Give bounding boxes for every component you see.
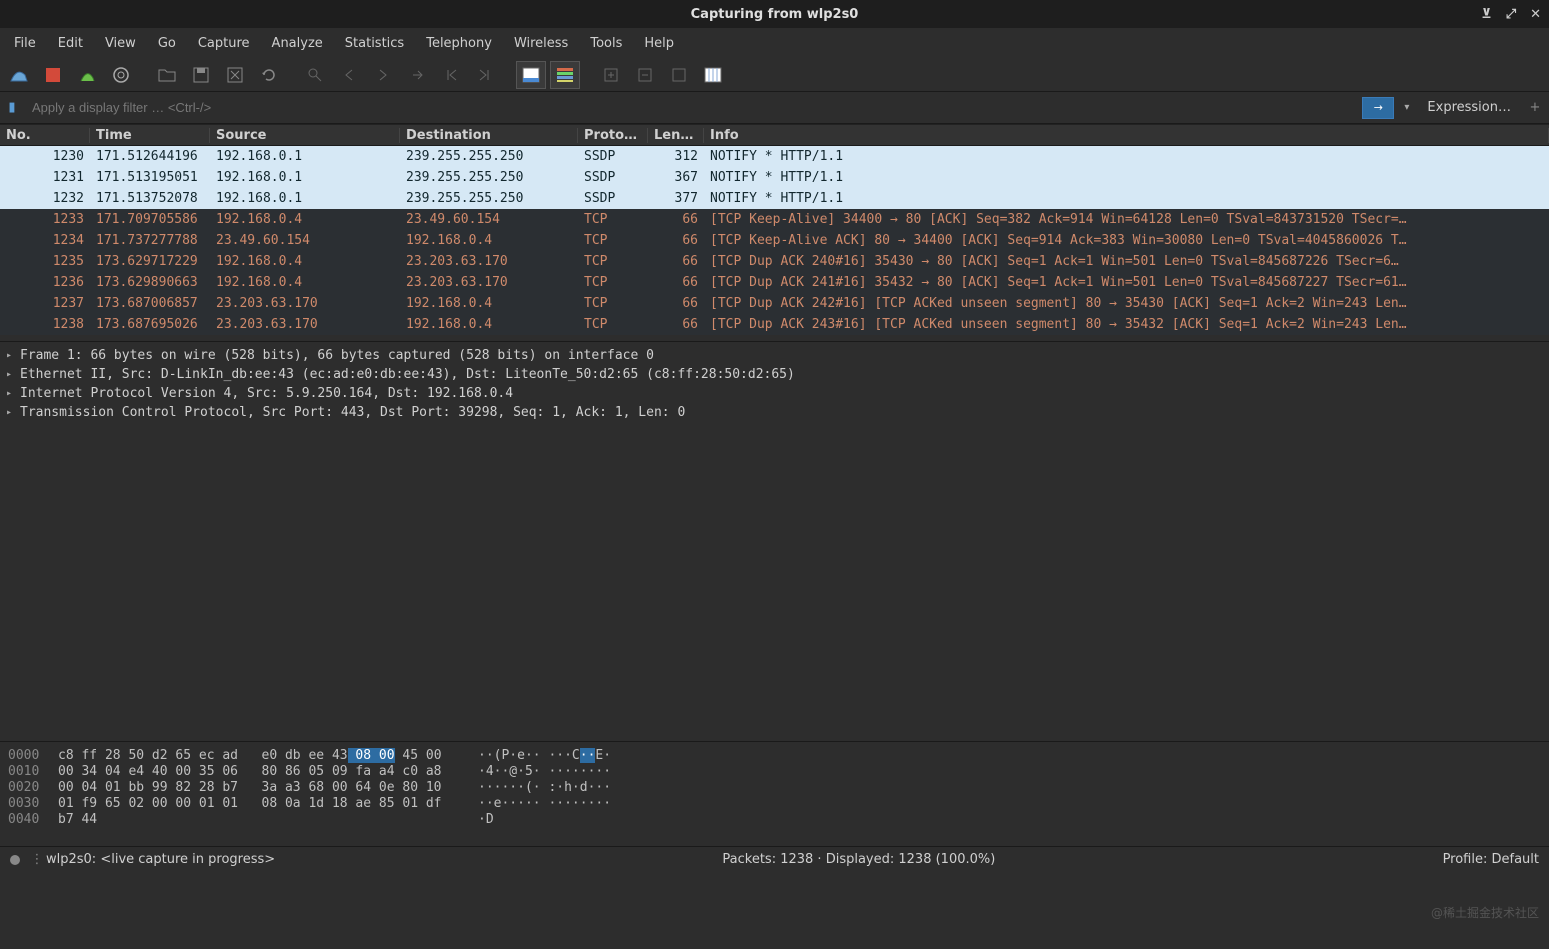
- table-row[interactable]: 1234171.73727778823.49.60.154192.168.0.4…: [0, 230, 1549, 251]
- menu-telephony[interactable]: Telephony: [416, 32, 502, 55]
- last-packet-button[interactable]: [470, 61, 500, 89]
- status-left: wlp2s0: <live capture in progress>: [46, 852, 275, 867]
- table-row[interactable]: 1230171.512644196192.168.0.1239.255.255.…: [0, 146, 1549, 167]
- tree-row[interactable]: ▸Transmission Control Protocol, Src Port…: [0, 403, 1549, 422]
- menu-edit[interactable]: Edit: [48, 32, 93, 55]
- first-packet-button[interactable]: [436, 61, 466, 89]
- table-row[interactable]: 1236173.629890663192.168.0.423.203.63.17…: [0, 272, 1549, 293]
- statusbar: ⋮ wlp2s0: <live capture in progress> Pac…: [0, 846, 1549, 872]
- col-time[interactable]: Time: [90, 128, 210, 143]
- status-right[interactable]: Profile: Default: [1443, 852, 1539, 867]
- col-info[interactable]: Info: [704, 128, 1549, 143]
- zoom-reset-button[interactable]: [664, 61, 694, 89]
- reload-button[interactable]: [254, 61, 284, 89]
- packet-list: No. Time Source Destination Protocol Len…: [0, 124, 1549, 342]
- status-center: Packets: 1238 · Displayed: 1238 (100.0%): [722, 852, 995, 867]
- divider-icon: ⋮: [28, 852, 46, 867]
- byte-row[interactable]: 0040b7 44 ·D: [8, 812, 1541, 828]
- col-length[interactable]: Length: [648, 128, 704, 143]
- filter-dropdown-icon[interactable]: ▾: [1400, 102, 1413, 113]
- maximize-icon[interactable]: ⤢: [1506, 7, 1516, 22]
- colorize-button[interactable]: [550, 61, 580, 89]
- window-title: Capturing from wlp2s0: [691, 7, 859, 22]
- table-row[interactable]: 1233171.709705586192.168.0.423.49.60.154…: [0, 209, 1549, 230]
- shark-fin-icon[interactable]: [4, 61, 34, 89]
- byte-row[interactable]: 002000 04 01 bb 99 82 28 b7 3a a3 68 00 …: [8, 780, 1541, 796]
- table-row[interactable]: 1232171.513752078192.168.0.1239.255.255.…: [0, 188, 1549, 209]
- menu-statistics[interactable]: Statistics: [335, 32, 414, 55]
- zoom-in-button[interactable]: [596, 61, 626, 89]
- stop-capture-button[interactable]: [38, 61, 68, 89]
- col-no[interactable]: No.: [0, 128, 90, 143]
- menu-file[interactable]: File: [4, 32, 46, 55]
- prev-button[interactable]: [334, 61, 364, 89]
- table-row[interactable]: 1235173.629717229192.168.0.423.203.63.17…: [0, 251, 1549, 272]
- menu-tools[interactable]: Tools: [580, 32, 632, 55]
- table-row[interactable]: 1231171.513195051192.168.0.1239.255.255.…: [0, 167, 1549, 188]
- col-destination[interactable]: Destination: [400, 128, 578, 143]
- apply-filter-button[interactable]: →: [1362, 97, 1394, 119]
- resize-columns-button[interactable]: [698, 61, 728, 89]
- tree-row[interactable]: ▸Internet Protocol Version 4, Src: 5.9.2…: [0, 384, 1549, 403]
- bookmark-icon[interactable]: ▮: [4, 97, 20, 119]
- menu-go[interactable]: Go: [148, 32, 186, 55]
- display-filter-input[interactable]: [26, 96, 1356, 119]
- watermark: @稀土掘金技术社区: [1431, 904, 1539, 921]
- packet-bytes[interactable]: 0000c8 ff 28 50 d2 65 ec ad e0 db ee 43 …: [0, 742, 1549, 846]
- expression-button[interactable]: Expression…: [1419, 100, 1519, 115]
- byte-row[interactable]: 003001 f9 65 02 00 00 01 01 08 0a 1d 18 …: [8, 796, 1541, 812]
- find-button[interactable]: [300, 61, 330, 89]
- byte-row[interactable]: 0000c8 ff 28 50 d2 65 ec ad e0 db ee 43 …: [8, 748, 1541, 764]
- table-row[interactable]: 1238173.68769502623.203.63.170192.168.0.…: [0, 314, 1549, 335]
- close-icon[interactable]: ✕: [1530, 7, 1541, 22]
- menu-analyze[interactable]: Analyze: [262, 32, 333, 55]
- byte-row[interactable]: 001000 34 04 e4 40 00 35 06 80 86 05 09 …: [8, 764, 1541, 780]
- table-row[interactable]: 1237173.68700685723.203.63.170192.168.0.…: [0, 293, 1549, 314]
- tree-row[interactable]: ▸Frame 1: 66 bytes on wire (528 bits), 6…: [0, 346, 1549, 365]
- minimize-icon[interactable]: ⊻: [1481, 7, 1492, 22]
- menu-view[interactable]: View: [95, 32, 146, 55]
- packet-details[interactable]: ▸Frame 1: 66 bytes on wire (528 bits), 6…: [0, 342, 1549, 742]
- menubar: FileEditViewGoCaptureAnalyzeStatisticsTe…: [0, 28, 1549, 58]
- titlebar: Capturing from wlp2s0 ⊻ ⤢ ✕: [0, 0, 1549, 28]
- open-file-button[interactable]: [152, 61, 182, 89]
- col-protocol[interactable]: Protocol: [578, 128, 648, 143]
- add-filter-button[interactable]: +: [1525, 100, 1545, 115]
- capture-options-button[interactable]: [106, 61, 136, 89]
- close-file-button[interactable]: [220, 61, 250, 89]
- chevron-right-icon[interactable]: ▸: [6, 407, 20, 418]
- menu-help[interactable]: Help: [634, 32, 684, 55]
- chevron-right-icon[interactable]: ▸: [6, 369, 20, 380]
- filter-row: ▮ → ▾ Expression… +: [0, 92, 1549, 124]
- zoom-out-button[interactable]: [630, 61, 660, 89]
- chevron-right-icon[interactable]: ▸: [6, 388, 20, 399]
- toolbar: [0, 58, 1549, 92]
- menu-wireless[interactable]: Wireless: [504, 32, 578, 55]
- next-button[interactable]: [368, 61, 398, 89]
- packet-list-header[interactable]: No. Time Source Destination Protocol Len…: [0, 124, 1549, 146]
- restart-capture-button[interactable]: [72, 61, 102, 89]
- menu-capture[interactable]: Capture: [188, 32, 260, 55]
- col-source[interactable]: Source: [210, 128, 400, 143]
- chevron-right-icon[interactable]: ▸: [6, 350, 20, 361]
- goto-button[interactable]: [402, 61, 432, 89]
- tree-row[interactable]: ▸Ethernet II, Src: D-LinkIn_db:ee:43 (ec…: [0, 365, 1549, 384]
- expert-info-icon[interactable]: [10, 855, 20, 865]
- auto-scroll-button[interactable]: [516, 61, 546, 89]
- save-file-button[interactable]: [186, 61, 216, 89]
